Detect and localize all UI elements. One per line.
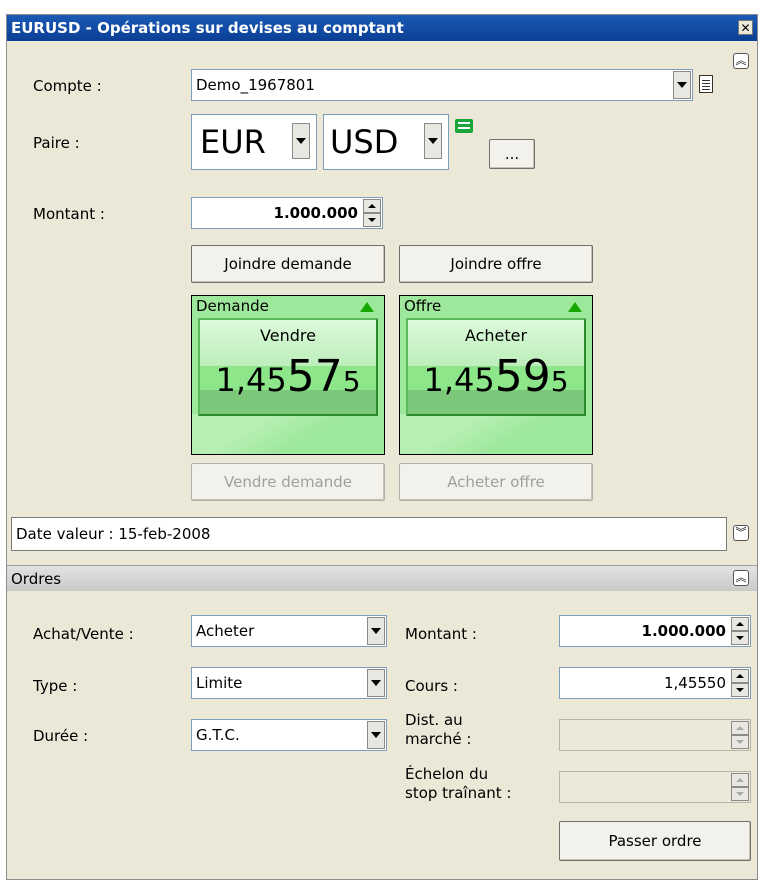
amount-stepper[interactable]: 1.000.000 xyxy=(191,197,383,229)
more-pairs-button[interactable]: ... xyxy=(489,139,535,169)
quote-currency-select[interactable]: USD xyxy=(323,114,449,170)
place-order-button[interactable]: Passer ordre xyxy=(559,821,751,861)
join-bid-button[interactable]: Joindre demande xyxy=(191,245,385,283)
side-label: Achat/Vente : xyxy=(33,625,134,643)
ask-price: 1,45595 xyxy=(408,354,584,409)
value-date-field: Date valeur : 15-feb-2008 xyxy=(11,517,727,551)
rate-stepper-buttons[interactable] xyxy=(731,669,749,697)
window-title-bar: EURUSD - Opérations sur devises au compt… xyxy=(7,15,757,41)
market-distance-label-line1: Dist. au xyxy=(405,711,463,729)
ask-price-pips: 59 xyxy=(494,351,551,402)
amount-value: 1.000.000 xyxy=(273,204,358,222)
price-up-arrow-icon xyxy=(360,302,374,312)
bid-header: Demande xyxy=(196,297,269,315)
expand-date-icon[interactable]: ︾ xyxy=(733,525,749,541)
buy-label: Acheter xyxy=(464,326,528,345)
trailing-stop-label-line1: Échelon du xyxy=(405,765,489,783)
account-label: Compte : xyxy=(33,77,102,95)
market-distance-stepper-buttons[interactable] xyxy=(731,721,749,749)
order-amount-stepper-buttons[interactable] xyxy=(731,617,749,645)
pair-label: Paire : xyxy=(33,134,80,152)
chevron-down-icon[interactable] xyxy=(367,669,385,697)
chevron-down-icon[interactable] xyxy=(673,71,691,99)
window-title: EURUSD - Opérations sur devises au compt… xyxy=(11,19,404,37)
duration-value: G.T.C. xyxy=(196,726,240,744)
base-currency-select[interactable]: EUR xyxy=(191,114,317,170)
trailing-stop-label: Échelon du stop traînant : xyxy=(405,765,511,803)
account-value: Demo_1967801 xyxy=(196,76,315,94)
trailing-stop-stepper[interactable] xyxy=(559,771,751,803)
collapse-orders-icon[interactable]: ︽ xyxy=(733,570,749,586)
quote-currency-value: USD xyxy=(330,123,399,161)
type-select[interactable]: Limite xyxy=(191,667,387,699)
spot-trading-window: EURUSD - Opérations sur devises au compt… xyxy=(6,14,758,880)
sell-price-button[interactable]: Vendre 1,45575 xyxy=(198,318,378,416)
close-icon[interactable]: ✕ xyxy=(738,20,753,35)
ask-header: Offre xyxy=(404,297,442,315)
amount-stepper-buttons[interactable] xyxy=(363,199,381,227)
bid-price-big-figure: 1,45 xyxy=(215,361,287,399)
type-label: Type : xyxy=(33,677,78,695)
sell-bid-button[interactable]: Vendre demande xyxy=(191,463,385,501)
sell-label: Vendre xyxy=(260,326,316,345)
ask-price-big-figure: 1,45 xyxy=(423,361,495,399)
chevron-down-icon[interactable] xyxy=(292,123,310,159)
document-icon[interactable] xyxy=(699,75,713,93)
duration-select[interactable]: G.T.C. xyxy=(191,719,387,751)
bid-price: 1,45575 xyxy=(200,354,376,409)
order-amount-value: 1.000.000 xyxy=(641,622,726,640)
duration-label: Durée : xyxy=(33,727,89,745)
bid-price-pips: 57 xyxy=(286,351,343,402)
chevron-down-icon[interactable] xyxy=(367,721,385,749)
ask-price-fraction: 5 xyxy=(550,365,569,398)
order-amount-label: Montant : xyxy=(405,625,477,643)
price-up-arrow-icon xyxy=(568,302,582,312)
ask-quote-tile[interactable]: Offre Acheter 1,45595 xyxy=(399,295,593,455)
chevron-down-icon[interactable] xyxy=(367,617,385,645)
buy-price-button[interactable]: Acheter 1,45595 xyxy=(406,318,586,416)
chevron-down-icon[interactable] xyxy=(424,123,442,159)
side-select[interactable]: Acheter xyxy=(191,615,387,647)
bid-price-fraction: 5 xyxy=(342,365,361,398)
rate-stepper[interactable]: 1,45550 xyxy=(559,667,751,699)
buy-ask-button[interactable]: Acheter offre xyxy=(399,463,593,501)
join-ask-button[interactable]: Joindre offre xyxy=(399,245,593,283)
bid-quote-tile[interactable]: Demande Vendre 1,45575 xyxy=(191,295,385,455)
swap-currencies-icon[interactable] xyxy=(455,119,473,133)
rate-label: Cours : xyxy=(405,677,458,695)
rate-value: 1,45550 xyxy=(663,674,726,692)
trailing-stop-stepper-buttons[interactable] xyxy=(731,773,749,801)
market-distance-label-line2: marché : xyxy=(405,730,472,748)
market-distance-label: Dist. au marché : xyxy=(405,711,471,749)
orders-section-header: Ordres xyxy=(7,565,757,591)
trailing-stop-label-line2: stop traînant : xyxy=(405,784,512,802)
collapse-trade-icon[interactable]: ︽ xyxy=(733,53,749,69)
side-value: Acheter xyxy=(196,622,255,640)
account-select[interactable]: Demo_1967801 xyxy=(191,69,693,101)
amount-label: Montant : xyxy=(33,205,105,223)
market-distance-stepper[interactable] xyxy=(559,719,751,751)
base-currency-value: EUR xyxy=(200,123,266,161)
order-amount-stepper[interactable]: 1.000.000 xyxy=(559,615,751,647)
orders-title: Ordres xyxy=(11,570,62,588)
type-value: Limite xyxy=(196,674,243,692)
